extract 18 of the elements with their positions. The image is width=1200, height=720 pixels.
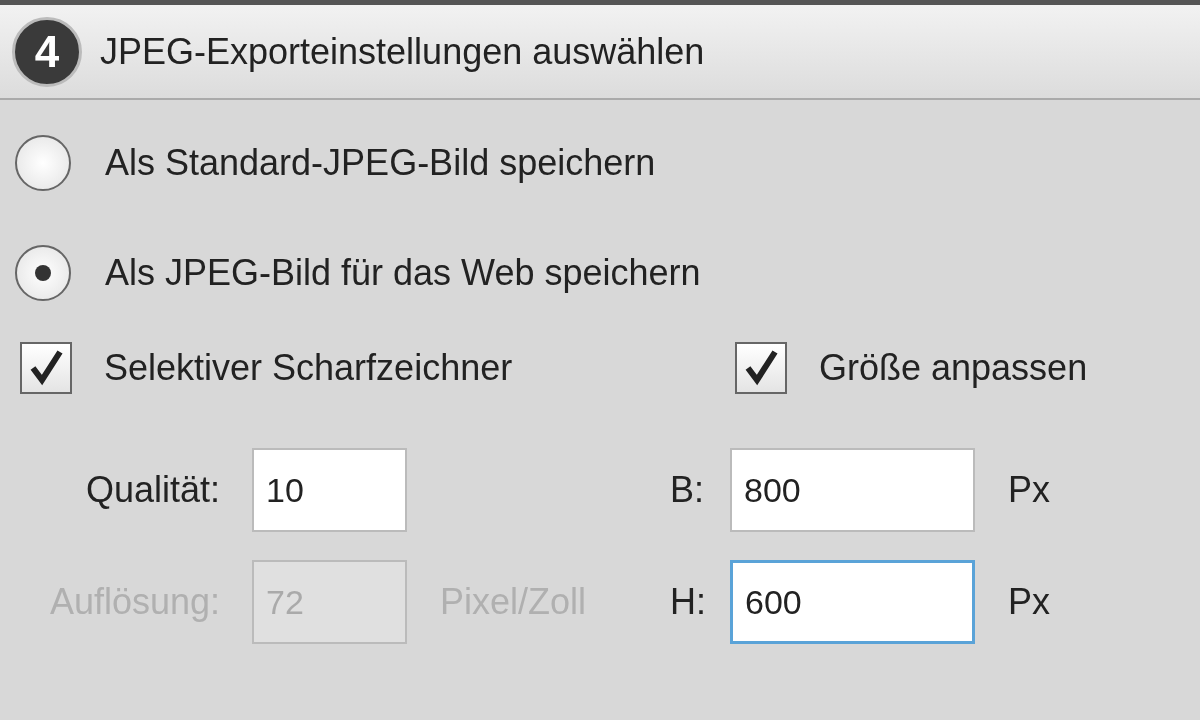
input-field[interactable]: 800 xyxy=(730,448,975,532)
radio-button[interactable] xyxy=(15,245,71,301)
unit-label: Px xyxy=(1007,580,1051,624)
checkbox-label: Größe anpassen xyxy=(819,346,1088,390)
checkbox-label: Selektiver Scharfzeichner xyxy=(104,346,513,390)
step-number: 4 xyxy=(12,16,82,87)
radio-label: Als JPEG-Bild für das Web speichern xyxy=(105,251,701,295)
input-field[interactable]: 10 xyxy=(252,448,407,532)
checkbox[interactable] xyxy=(735,342,787,394)
field-label: H: xyxy=(670,580,707,624)
radio-button[interactable] xyxy=(15,135,71,191)
checkbox[interactable] xyxy=(20,342,72,394)
unit-label: Px xyxy=(1007,468,1051,512)
radio-label: Als Standard-JPEG-Bild speichern xyxy=(105,141,656,185)
section-title: JPEG-Exporteinstellungen auswählen xyxy=(100,29,705,74)
field-label: B: xyxy=(670,468,705,512)
field-label: Qualität: xyxy=(84,468,221,512)
input-field[interactable]: 600 xyxy=(730,560,975,644)
